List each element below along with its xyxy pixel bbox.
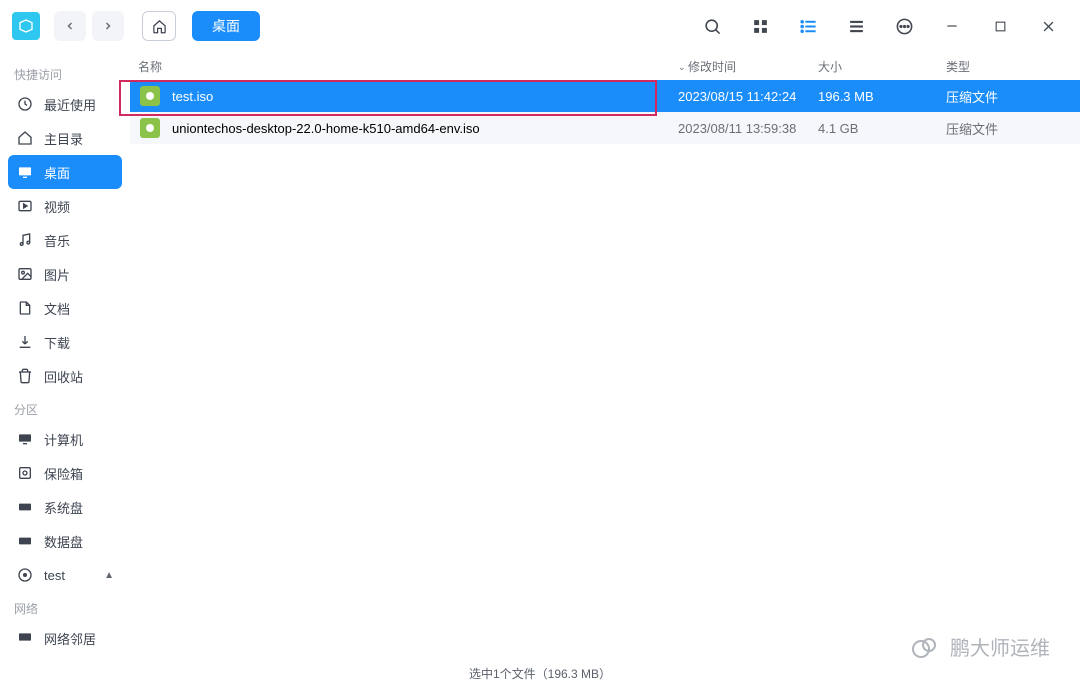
home-icon — [16, 129, 34, 147]
view-icon-button[interactable] — [740, 9, 780, 43]
sidebar-item-label: 回收站 — [44, 367, 83, 386]
music-icon — [16, 231, 34, 249]
sidebar-item-label: 主目录 — [44, 129, 83, 148]
toolbar: 桌面 — [0, 0, 1080, 52]
search-button[interactable] — [692, 9, 732, 43]
forward-button[interactable] — [92, 11, 124, 41]
computer-icon — [16, 430, 34, 448]
sidebar-item-network[interactable]: 网络邻居 — [8, 621, 122, 655]
sidebar-section-partition: 分区 — [8, 395, 122, 422]
download-icon — [16, 333, 34, 351]
sidebar-item-label: 系统盘 — [44, 498, 83, 517]
image-icon — [16, 265, 34, 283]
video-icon — [16, 197, 34, 215]
sidebar-item-pictures[interactable]: 图片 — [8, 257, 122, 291]
file-name: uniontechos-desktop-22.0-home-k510-amd64… — [172, 121, 480, 136]
document-icon — [16, 299, 34, 317]
disk-icon — [16, 532, 34, 550]
file-time: 2023/08/15 11:42:24 — [678, 89, 818, 104]
file-row[interactable]: test.iso 2023/08/15 11:42:24 196.3 MB 压缩… — [130, 80, 1080, 112]
view-list-button[interactable] — [788, 9, 828, 43]
minimize-button[interactable] — [932, 9, 972, 43]
nav-group — [54, 11, 124, 41]
sidebar-item-vault[interactable]: 保险箱 — [8, 456, 122, 490]
iso-file-icon — [140, 86, 160, 106]
sidebar-item-label: 文档 — [44, 299, 70, 318]
more-button[interactable] — [884, 9, 924, 43]
file-time: 2023/08/11 13:59:38 — [678, 121, 818, 136]
sidebar-item-label: 音乐 — [44, 231, 70, 250]
disk-icon — [16, 498, 34, 516]
file-type: 压缩文件 — [946, 87, 1080, 106]
file-size: 196.3 MB — [818, 89, 946, 104]
column-name[interactable]: 名称 — [138, 58, 678, 75]
home-button[interactable] — [142, 11, 176, 41]
maximize-button[interactable] — [980, 9, 1020, 43]
column-time[interactable]: ⌄ 修改时间 — [678, 58, 818, 75]
statusbar: 选中1个文件（196.3 MB） — [0, 659, 1080, 687]
view-compact-button[interactable] — [836, 9, 876, 43]
sidebar-item-home[interactable]: 主目录 — [8, 121, 122, 155]
file-list: test.iso 2023/08/15 11:42:24 196.3 MB 压缩… — [130, 80, 1080, 659]
sidebar-section-network: 网络 — [8, 594, 122, 621]
sidebar-item-music[interactable]: 音乐 — [8, 223, 122, 257]
sidebar: 快捷访问 最近使用 主目录 桌面 视频 音乐 图片 文档 — [0, 52, 130, 659]
back-button[interactable] — [54, 11, 86, 41]
sidebar-item-video[interactable]: 视频 — [8, 189, 122, 223]
sidebar-item-documents[interactable]: 文档 — [8, 291, 122, 325]
column-header: 名称 ⌄ 修改时间 大小 类型 — [130, 52, 1080, 80]
sidebar-item-data-disk[interactable]: 数据盘 — [8, 524, 122, 558]
sidebar-item-label: 计算机 — [44, 430, 83, 449]
column-size[interactable]: 大小 — [818, 58, 946, 75]
trash-icon — [16, 367, 34, 385]
close-button[interactable] — [1028, 9, 1068, 43]
clock-icon — [16, 95, 34, 113]
status-text: 选中1个文件（196.3 MB） — [469, 665, 611, 682]
desktop-icon — [16, 163, 34, 181]
file-name: test.iso — [172, 89, 213, 104]
column-type[interactable]: 类型 — [946, 58, 1080, 75]
file-type: 压缩文件 — [946, 119, 1080, 138]
sidebar-item-trash[interactable]: 回收站 — [8, 359, 122, 393]
sidebar-item-label: 保险箱 — [44, 464, 83, 483]
sidebar-item-label: 桌面 — [44, 163, 70, 182]
sidebar-item-label: test — [44, 568, 65, 583]
app-icon — [12, 12, 40, 40]
sidebar-item-test[interactable]: test ▲ — [8, 558, 122, 592]
sidebar-item-computer[interactable]: 计算机 — [8, 422, 122, 456]
file-size: 4.1 GB — [818, 121, 946, 136]
sidebar-item-downloads[interactable]: 下载 — [8, 325, 122, 359]
breadcrumb-current[interactable]: 桌面 — [192, 11, 260, 41]
disc-icon — [16, 566, 34, 584]
sidebar-item-label: 视频 — [44, 197, 70, 216]
iso-file-icon — [140, 118, 160, 138]
sidebar-item-label: 图片 — [44, 265, 70, 284]
sidebar-item-label: 数据盘 — [44, 532, 83, 551]
sidebar-item-recent[interactable]: 最近使用 — [8, 87, 122, 121]
vault-icon — [16, 464, 34, 482]
main-panel: 名称 ⌄ 修改时间 大小 类型 test.iso 2023/08/15 11:4… — [130, 52, 1080, 659]
file-row[interactable]: uniontechos-desktop-22.0-home-k510-amd64… — [130, 112, 1080, 144]
sidebar-item-system-disk[interactable]: 系统盘 — [8, 490, 122, 524]
sidebar-section-quick: 快捷访问 — [8, 60, 122, 87]
sidebar-item-desktop[interactable]: 桌面 — [8, 155, 122, 189]
sidebar-item-label: 最近使用 — [44, 95, 96, 114]
sidebar-item-label: 网络邻居 — [44, 629, 96, 648]
eject-icon[interactable]: ▲ — [104, 570, 114, 581]
sidebar-item-label: 下载 — [44, 333, 70, 352]
network-icon — [16, 629, 34, 647]
